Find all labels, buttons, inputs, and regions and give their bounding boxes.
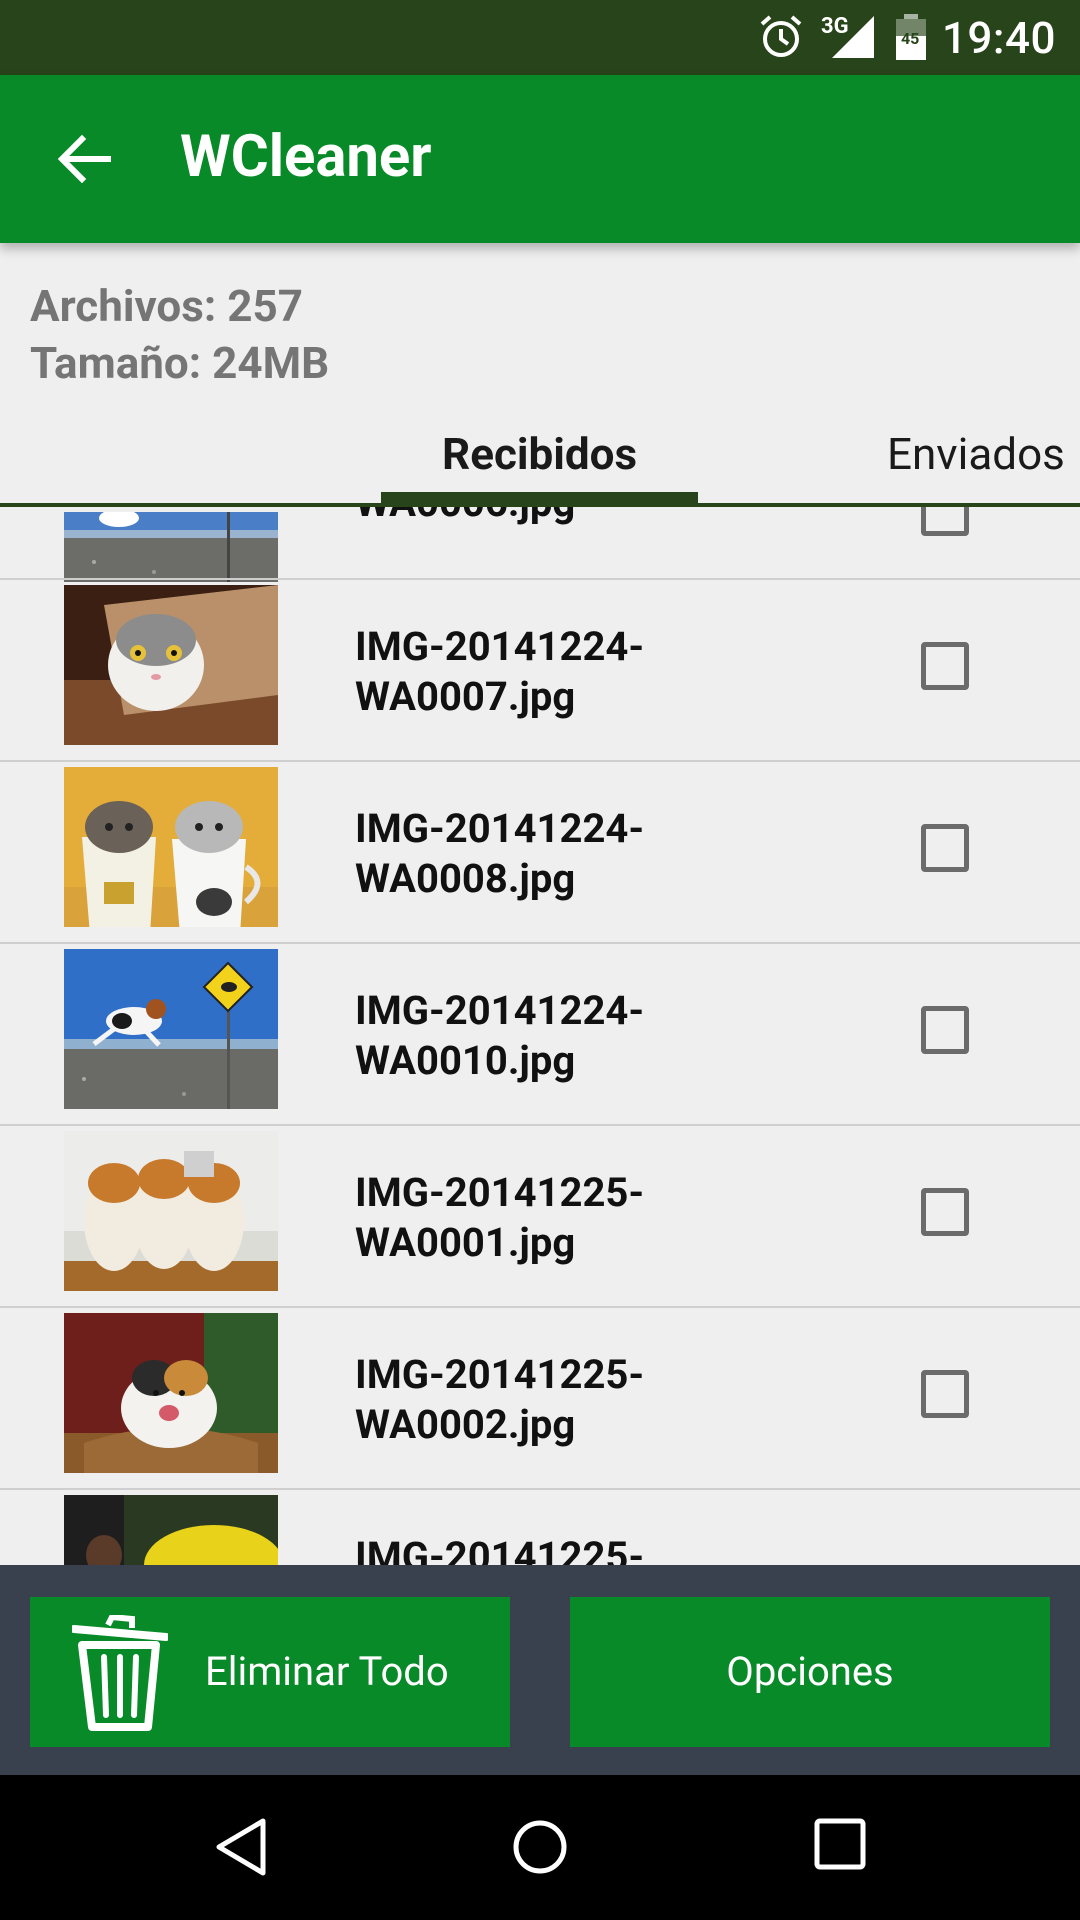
summary: Archivos: 257 Tamaño: 24MB: [30, 278, 329, 392]
file-count: Archivos: 257: [30, 280, 303, 332]
delete-all-label: Eliminar Todo: [205, 1648, 449, 1695]
file-name: IMG-20141225- WA0001.jpg: [355, 1169, 645, 1266]
status-bar: 3G 45 19:40: [0, 0, 1080, 75]
select-checkbox[interactable]: [921, 642, 969, 690]
image-thumbnail: [64, 1313, 278, 1473]
list-item[interactable]: IMG-20141225- WA0001.jpg: [0, 1126, 1080, 1308]
file-name: IMG-20141224- WA0010.jpg: [355, 987, 645, 1084]
back-arrow-icon[interactable]: [52, 127, 116, 191]
navigation-bar: [0, 1775, 1080, 1920]
delete-all-button[interactable]: Eliminar Todo: [30, 1597, 510, 1747]
image-thumbnail: [64, 512, 278, 582]
image-thumbnail: [64, 1131, 278, 1291]
select-checkbox[interactable]: [921, 1188, 969, 1236]
back-nav-icon[interactable]: [213, 1817, 269, 1877]
image-thumbnail: [64, 585, 278, 745]
list-item[interactable]: WA0006.jpg: [0, 507, 1080, 582]
recents-nav-icon[interactable]: [813, 1817, 867, 1871]
file-list[interactable]: WA0006.jpg IMG-20141224- WA0007.jpg: [0, 507, 1080, 1565]
image-thumbnail: [64, 1495, 278, 1565]
app-bar: WCleaner: [0, 75, 1080, 243]
image-thumbnail: [64, 767, 278, 927]
total-size: Tamaño: 24MB: [30, 337, 330, 389]
list-item[interactable]: IMG-20141224- WA0010.jpg: [0, 944, 1080, 1126]
tab-received[interactable]: Recibidos: [442, 428, 637, 480]
home-nav-icon[interactable]: [510, 1817, 570, 1877]
trash-icon: [72, 1615, 168, 1731]
signal-icon: [832, 16, 874, 58]
select-checkbox[interactable]: [921, 1006, 969, 1054]
file-name: IMG-20141224- WA0007.jpg: [355, 623, 645, 720]
file-name: WA0006.jpg: [355, 507, 575, 528]
battery-level: 45: [901, 29, 920, 48]
tab-indicator: [381, 492, 698, 503]
action-bar: Eliminar Todo Opciones: [0, 1565, 1080, 1775]
tab-bar: Recibidos Enviados: [0, 410, 1080, 507]
app-title: WCleaner: [180, 123, 432, 191]
list-item[interactable]: IMG-20141225- WA0002.jpg: [0, 1308, 1080, 1490]
tab-sent[interactable]: Enviados: [887, 428, 1065, 480]
list-item[interactable]: IMG-20141225-: [0, 1490, 1080, 1565]
image-thumbnail: [64, 949, 278, 1109]
select-checkbox[interactable]: [921, 1370, 969, 1418]
options-button[interactable]: Opciones: [570, 1597, 1050, 1747]
alarm-icon: [760, 15, 802, 57]
file-name: IMG-20141225-: [355, 1533, 645, 1565]
list-item[interactable]: IMG-20141224- WA0007.jpg: [0, 580, 1080, 762]
list-item[interactable]: IMG-20141224- WA0008.jpg: [0, 762, 1080, 944]
clock: 19:40: [941, 12, 1056, 64]
select-checkbox[interactable]: [921, 507, 969, 536]
select-checkbox[interactable]: [921, 824, 969, 872]
file-name: IMG-20141225- WA0002.jpg: [355, 1351, 645, 1448]
file-name: IMG-20141224- WA0008.jpg: [355, 805, 645, 902]
